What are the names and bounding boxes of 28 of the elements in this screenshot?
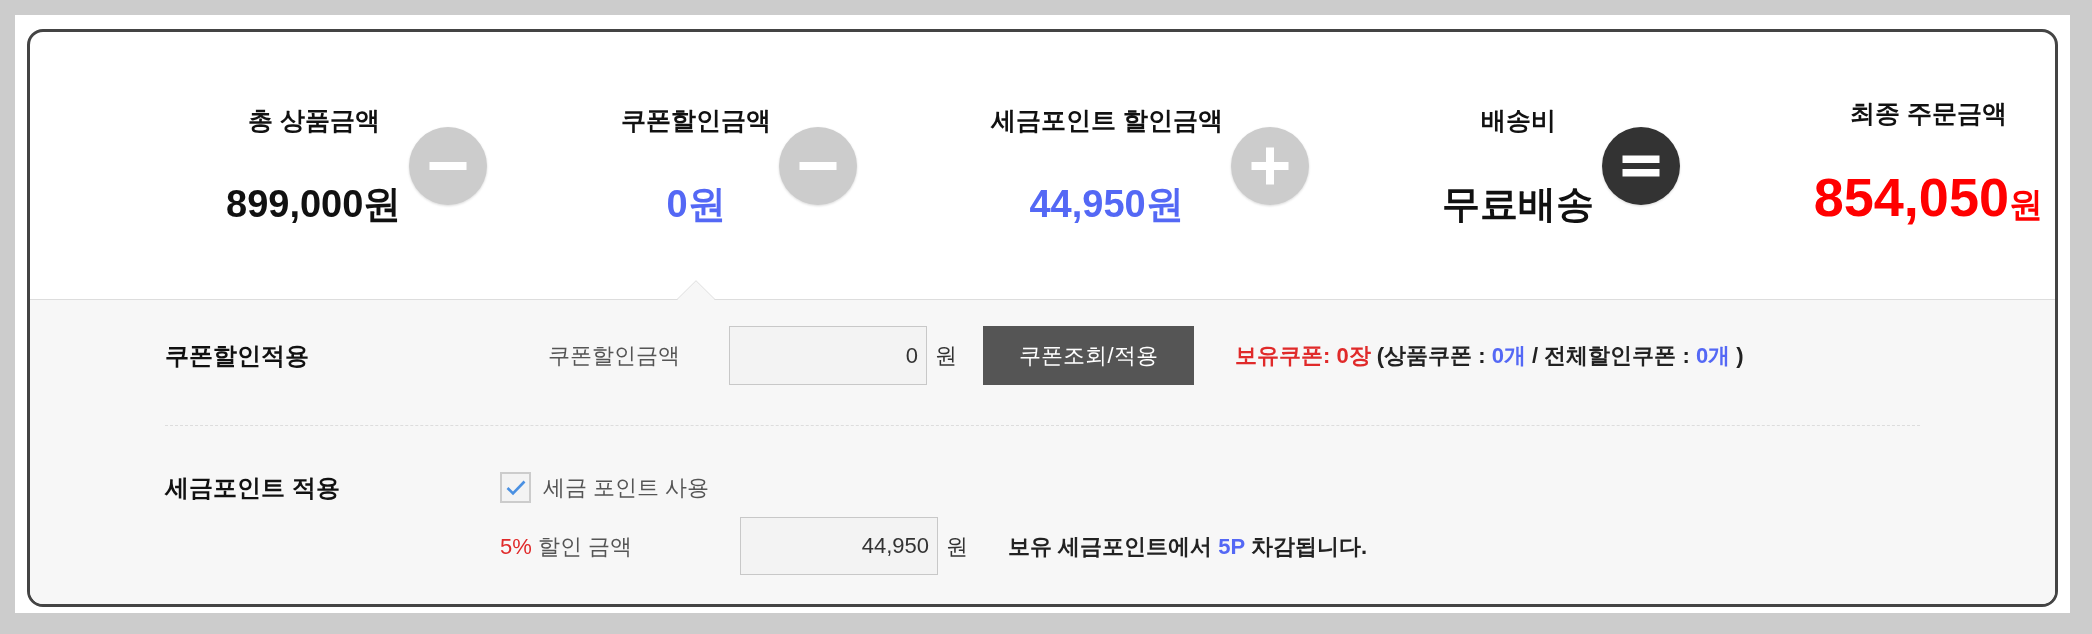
- point-deduction-message: 보유 세금포인트에서 5P 차감됩니다.: [1008, 532, 1367, 561]
- equals-icon: [1602, 126, 1681, 205]
- amount-value: 854,050원: [1813, 168, 2043, 229]
- minus-icon: [779, 126, 857, 205]
- checkbox[interactable]: [500, 472, 531, 503]
- amount-label: 총 상품금액: [247, 104, 380, 135]
- amount-label: 배송비: [1480, 104, 1556, 135]
- amount-value: 899,000원: [226, 181, 402, 227]
- point-discount-field[interactable]: 44,950: [740, 517, 938, 575]
- field-label: 쿠폰할인금액: [548, 342, 681, 370]
- checkmark-icon: [505, 479, 526, 496]
- coupon-lookup-button[interactable]: 쿠폰조회/적용: [983, 326, 1194, 385]
- coupon-summary-text: 보유쿠폰: 0장 (상품쿠폰 : 0개 / 전체할인쿠폰 : 0개 ): [1235, 342, 1744, 370]
- checkbox-label[interactable]: 세금 포인트 사용: [543, 471, 710, 504]
- section-title: 쿠폰할인적용: [165, 340, 310, 371]
- amount-label: 세금포인트 할인금액: [990, 104, 1223, 135]
- minus-icon: [409, 126, 488, 205]
- amount-value: 44,950원: [1029, 181, 1184, 227]
- coupon-discount-field[interactable]: 0: [729, 326, 927, 385]
- discount-amount-label: 5% 할인 금액: [500, 532, 634, 561]
- amount-value: 0원: [666, 181, 726, 227]
- amount-label: 쿠폰할인금액: [621, 104, 771, 135]
- unit-label: 원: [946, 532, 968, 561]
- amount-label: 최종 주문금액: [1849, 98, 2007, 128]
- unit-label: 원: [935, 342, 957, 370]
- plus-icon: [1230, 126, 1309, 205]
- amount-value: 무료배송: [1442, 181, 1595, 227]
- section-title: 세금포인트 적용: [165, 473, 341, 503]
